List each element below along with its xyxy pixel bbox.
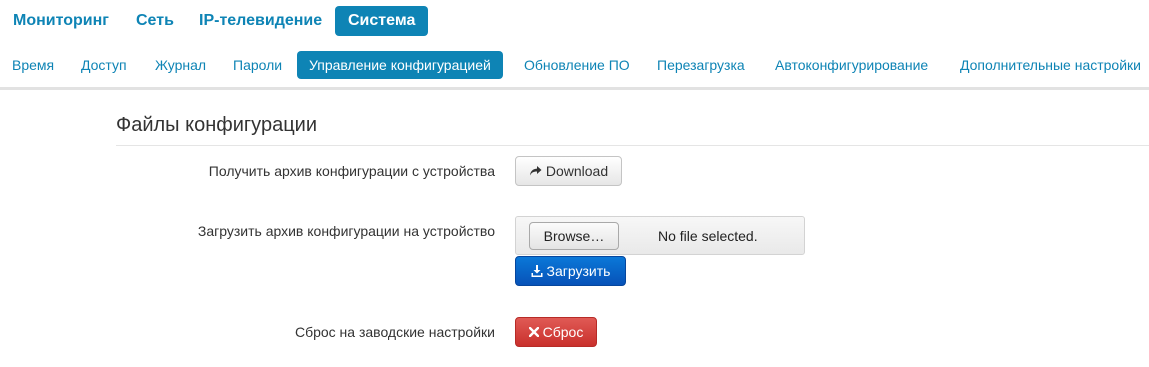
sub-nav-divider bbox=[0, 87, 1149, 90]
share-arrow-icon bbox=[529, 158, 542, 186]
section-divider bbox=[116, 145, 1149, 146]
download-tray-icon bbox=[531, 258, 543, 286]
factory-reset-label: Сброс на заводские настройки bbox=[294, 324, 495, 340]
x-icon bbox=[528, 319, 539, 347]
reset-button[interactable]: Сброс bbox=[515, 317, 597, 347]
upload-button[interactable]: Загрузить bbox=[515, 256, 626, 286]
file-input[interactable]: Browse… No file selected. bbox=[515, 216, 805, 255]
sub-nav: Время Доступ Журнал Пароли Управление ко… bbox=[0, 51, 1149, 79]
browse-button[interactable]: Browse… bbox=[529, 222, 619, 250]
download-config-label: Получить архив конфигурации с устройства bbox=[208, 163, 495, 179]
upload-config-label: Загрузить архив конфигурации на устройст… bbox=[197, 223, 495, 239]
file-status-text: No file selected. bbox=[658, 228, 758, 244]
reset-button-label: Сброс bbox=[542, 324, 584, 340]
sub-nav-item-access[interactable]: Доступ bbox=[69, 51, 139, 79]
sub-nav-item-passwords[interactable]: Пароли bbox=[221, 51, 294, 79]
top-nav-item-network[interactable]: Сеть bbox=[123, 6, 187, 36]
download-button[interactable]: Download bbox=[515, 156, 622, 186]
section-title: Файлы конфигурации bbox=[116, 114, 317, 136]
sub-nav-item-autoconfig[interactable]: Автоконфигурирование bbox=[763, 51, 940, 79]
download-button-label: Download bbox=[545, 163, 609, 179]
upload-button-label: Загрузить bbox=[546, 263, 611, 279]
sub-nav-item-time[interactable]: Время bbox=[0, 51, 66, 79]
sub-nav-item-config-management[interactable]: Управление конфигурацией bbox=[297, 51, 503, 79]
sub-nav-item-reboot[interactable]: Перезагрузка bbox=[645, 51, 757, 79]
top-nav-item-monitoring[interactable]: Мониторинг bbox=[0, 6, 122, 36]
sub-nav-item-firmware-update[interactable]: Обновление ПО bbox=[512, 51, 642, 79]
sub-nav-item-advanced-settings[interactable]: Дополнительные настройки bbox=[948, 51, 1149, 79]
top-nav-item-iptv[interactable]: IP-телевидение bbox=[186, 6, 335, 36]
top-nav-item-system[interactable]: Система bbox=[335, 6, 429, 36]
sub-nav-item-log[interactable]: Журнал bbox=[143, 51, 218, 79]
